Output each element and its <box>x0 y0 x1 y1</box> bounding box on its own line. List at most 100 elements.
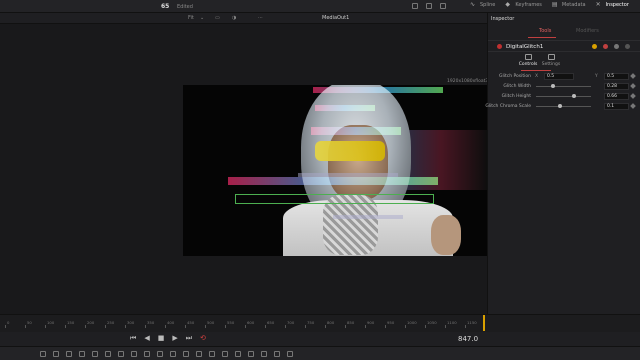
tick-mark <box>225 325 226 328</box>
timeline-ruler[interactable]: 0 50 100 150 200 250 300 350 400 450 500 550 600 650 7… <box>0 314 640 332</box>
glitch-position-y-field[interactable]: 0.5 <box>604 73 629 80</box>
mask-tool-icon[interactable] <box>118 351 124 357</box>
tab-metadata-label: Metadata <box>561 2 586 8</box>
keyframe-icon[interactable] <box>630 93 636 99</box>
tick-mark <box>185 325 186 328</box>
metadata-icon: ▤ <box>551 1 558 8</box>
chevron-down-icon[interactable]: ⌄ <box>200 15 204 21</box>
video-frame[interactable] <box>183 85 487 256</box>
slider-knob[interactable] <box>572 94 576 98</box>
loop-icon[interactable]: ⟲ <box>200 335 206 342</box>
slider-knob[interactable] <box>558 104 562 108</box>
node-header[interactable]: DigitalGlitch1 <box>488 40 640 52</box>
keyframe-icon[interactable] <box>630 103 636 109</box>
axis-x-label: X <box>535 74 539 79</box>
panel-tabs: ∿ Spline ◆ Keyframes ▤ Metadata ✕ Inspec… <box>470 1 629 9</box>
glitch-width-field[interactable]: 0.28 <box>604 83 629 90</box>
curves-tool-icon[interactable] <box>183 351 189 357</box>
paint-tool-icon[interactable] <box>53 351 59 357</box>
go-to-end-icon[interactable]: ⏭ <box>186 335 192 342</box>
playhead[interactable] <box>483 315 485 331</box>
output-tool-icon[interactable] <box>287 351 293 357</box>
stop-icon[interactable]: ■ <box>158 335 165 342</box>
tick-mark <box>145 325 146 328</box>
tick-mark <box>45 325 46 328</box>
bspline-tool-icon[interactable] <box>144 351 150 357</box>
background-tool-icon[interactable] <box>40 351 46 357</box>
tracker-tool-icon[interactable] <box>157 351 163 357</box>
spline-icon: ∿ <box>470 1 476 8</box>
text-tool-icon[interactable] <box>66 351 72 357</box>
channel-icon[interactable]: ◑ <box>232 15 236 21</box>
control-tabs: Controls Settings <box>488 54 640 71</box>
tab-metadata[interactable]: ▤ Metadata <box>551 1 586 9</box>
glitch-position-x-field[interactable]: 0.5 <box>544 73 574 80</box>
reset-icon[interactable] <box>614 44 619 49</box>
go-to-start-icon[interactable]: ⏮ <box>130 335 136 342</box>
roi-icon[interactable]: ▭ <box>215 15 220 21</box>
tick-label: 950 <box>387 320 395 325</box>
tab-keyframes[interactable]: ◆ Keyframes <box>505 2 542 9</box>
tab-inspector[interactable]: ✕ Inspector <box>596 2 629 9</box>
color-tag-icon[interactable] <box>592 44 597 49</box>
keyframe-icon[interactable] <box>630 83 636 89</box>
color-corrector-icon[interactable] <box>170 351 176 357</box>
play-icon[interactable]: ▶ <box>172 335 177 342</box>
project-number: 65 <box>161 3 170 10</box>
shape-tool-icon[interactable] <box>261 351 267 357</box>
tick-label: 750 <box>307 320 315 325</box>
node-enable-icon[interactable] <box>497 44 502 49</box>
tick-mark <box>305 325 306 328</box>
glitch-width-slider[interactable] <box>536 84 591 88</box>
play-reverse-icon[interactable]: ◀ <box>144 335 149 342</box>
renderer-tool-icon[interactable] <box>248 351 254 357</box>
glitch-band <box>311 127 401 135</box>
camera-tool-icon[interactable] <box>222 351 228 357</box>
glitch-position-box[interactable] <box>235 194 434 204</box>
transport-controls: ⏮ ◀ ■ ▶ ⏭ ⟲ <box>130 335 206 342</box>
zoom-select[interactable]: Fit <box>188 15 194 21</box>
glitch-chroma-scale-slider[interactable] <box>536 104 591 108</box>
tick-label: 200 <box>87 320 95 325</box>
inspector-tabs: Tools Modifiers <box>488 27 640 37</box>
slider-knob[interactable] <box>551 84 555 88</box>
blur-tool-icon[interactable] <box>92 351 98 357</box>
controls-underline <box>521 70 551 71</box>
lut-icon[interactable]: ⋯ <box>258 15 263 21</box>
fullscreen-icon[interactable] <box>426 3 432 9</box>
inspector-title: Inspector <box>491 16 515 22</box>
glitch-chroma-scale-field[interactable]: 0.1 <box>604 103 629 110</box>
merge-tool-icon[interactable] <box>79 351 85 357</box>
collapse-icon[interactable] <box>625 44 630 49</box>
layout-icon[interactable] <box>412 3 418 9</box>
lock-icon[interactable] <box>603 44 608 49</box>
tab-settings[interactable]: Settings <box>538 54 564 67</box>
ruler[interactable]: 0 50 100 150 200 250 300 350 400 450 500 550 600 650 7… <box>5 318 485 328</box>
tick-label: 50 <box>27 320 32 325</box>
tick-label: 300 <box>127 320 135 325</box>
tab-settings-label: Settings <box>541 62 561 67</box>
tick-mark <box>365 325 366 328</box>
tick-mark <box>245 325 246 328</box>
current-frame[interactable]: 847.0 <box>458 335 478 343</box>
3d-tool-icon[interactable] <box>209 351 215 357</box>
param-label: Glitch Chroma Scale <box>485 104 531 109</box>
glitch-height-field[interactable]: 0.66 <box>604 93 629 100</box>
tab-tools[interactable]: Tools <box>539 28 551 34</box>
tab-spline[interactable]: ∿ Spline <box>470 1 495 9</box>
polygon-tool-icon[interactable] <box>131 351 137 357</box>
glitch-band <box>298 173 398 177</box>
face-image <box>328 125 388 200</box>
split-view-icon[interactable] <box>440 3 446 9</box>
bottom-toolbar <box>0 346 640 360</box>
tick-label: 1000 <box>407 320 417 325</box>
particles-tool-icon[interactable] <box>196 351 202 357</box>
tick-label: 400 <box>167 320 175 325</box>
effects-tool-icon[interactable] <box>274 351 280 357</box>
glitch-height-slider[interactable] <box>536 94 591 98</box>
tick-mark <box>425 325 426 328</box>
tab-modifiers[interactable]: Modifiers <box>576 28 599 34</box>
keyframe-icon[interactable] <box>630 73 636 79</box>
light-tool-icon[interactable] <box>235 351 241 357</box>
transform-tool-icon[interactable] <box>105 351 111 357</box>
